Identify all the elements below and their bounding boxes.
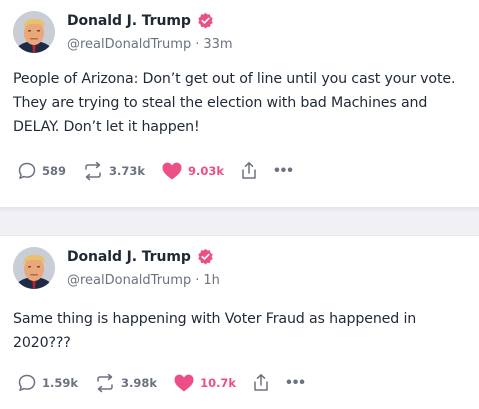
post-card[interactable]: Donald J. Trump @realDonaldTrump · 1h Same… [0,236,479,409]
author-row: Donald J. Trump [67,12,214,29]
repost-icon [85,161,101,181]
heart-icon [174,374,194,392]
more-icon: ••• [286,374,306,391]
avatar-image [13,247,55,289]
reply-count: 589 [42,164,67,178]
repost-icon [97,373,113,393]
author-handle[interactable]: @realDonaldTrump [67,273,191,288]
post-text: Same thing is happening with Voter Fraud… [13,311,417,351]
post-text: People of Arizona: Don’t get out of line… [13,71,456,135]
reply-button[interactable]: 1.59k [17,373,78,393]
verified-badge-icon [198,248,213,265]
more-options-button[interactable]: ••• [286,374,306,392]
post-time[interactable]: 1h [203,273,220,288]
reply-count: 1.59k [42,376,79,390]
author-handle[interactable]: @realDonaldTrump [67,37,191,52]
share-icon [242,162,256,179]
share-button[interactable] [240,161,258,181]
author-name[interactable]: Donald J. Trump [67,249,191,265]
repost-button[interactable]: 3.98k [94,373,157,393]
heart-icon [162,162,182,180]
author-name[interactable]: Donald J. Trump [67,13,191,29]
like-button[interactable]: 10.7k [173,373,236,393]
like-button[interactable]: 9.03k [161,161,224,181]
like-count: 10.7k [200,376,237,390]
repost-count: 3.73k [109,164,146,178]
meta-separator: · [195,37,200,52]
reply-button[interactable]: 589 [17,161,66,181]
reply-icon [18,162,36,179]
share-icon [254,374,268,391]
repost-count: 3.98k [121,376,158,390]
avatar-image [13,11,55,53]
more-icon: ••• [274,162,294,179]
verified-badge-icon [198,12,213,29]
reply-icon [18,374,36,391]
repost-button[interactable]: 3.73k [82,161,145,181]
post-meta: @realDonaldTrump · 1h [67,273,220,288]
post-time[interactable]: 33m [203,37,232,52]
like-count: 9.03k [188,164,225,178]
post-separator [0,207,479,236]
author-row: Donald J. Trump [67,248,214,265]
post-meta: @realDonaldTrump · 33m [67,37,233,52]
avatar[interactable] [13,11,55,53]
avatar[interactable] [13,247,55,289]
post-actions: 1.59k 3.98k 10.7k ••• [17,372,322,394]
more-options-button[interactable]: ••• [274,162,294,180]
share-button[interactable] [252,373,270,393]
post-card[interactable]: Donald J. Trump @realDonaldTrump · 33m Peo… [0,0,479,207]
post-actions: 589 3.73k 9.03k ••• [17,160,310,182]
meta-separator: · [195,273,200,288]
post-feed: Donald J. Trump @realDonaldTrump · 33m Peo… [0,0,479,409]
